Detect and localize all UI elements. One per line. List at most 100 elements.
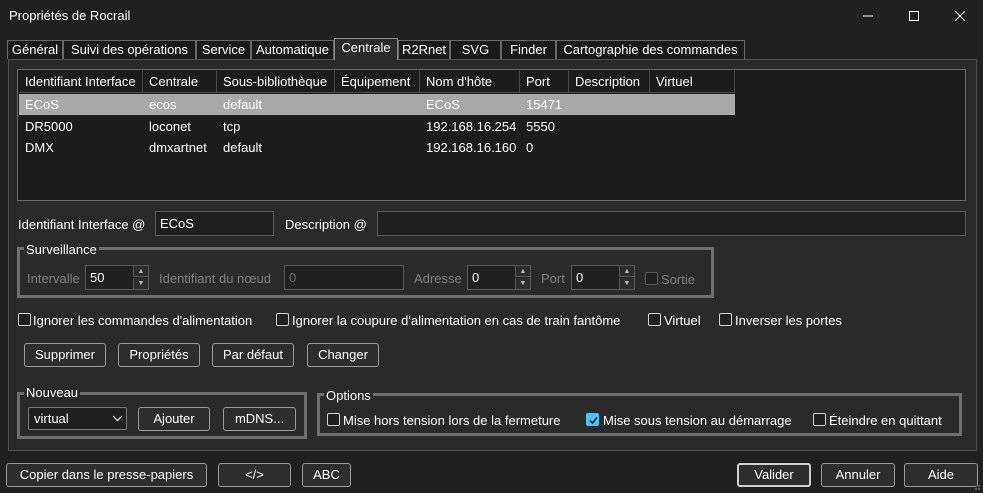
- intervalle-spinner[interactable]: 50 ▲ ▼: [85, 265, 149, 290]
- maximize-icon: [909, 10, 919, 21]
- intervalle-value: 50: [90, 270, 105, 285]
- inverser-portes-checkbox[interactable]: [719, 313, 732, 326]
- port-spinner[interactable]: 0 ▲ ▼: [571, 265, 635, 290]
- column-header-sous-bibliotheque[interactable]: Sous-bibliothèque: [217, 71, 335, 93]
- nouveau-type-select[interactable]: virtual: [28, 407, 127, 430]
- interfaces-table[interactable]: Identifiant Interface Centrale Sous-bibl…: [17, 69, 966, 201]
- identifiant-interface-label: Identifiant Interface @: [18, 217, 146, 232]
- window-title: Propriétés de Rocrail: [9, 8, 131, 23]
- tab-r2rnet[interactable]: R2Rnet: [398, 40, 450, 59]
- spin-down-icon[interactable]: ▼: [133, 278, 148, 289]
- cell-nom-hote: 192.168.16.160: [426, 140, 517, 155]
- column-header-identifiant[interactable]: Identifiant Interface: [19, 71, 143, 93]
- valider-button[interactable]: Valider: [737, 463, 811, 487]
- cell-centrale: ecos: [149, 97, 177, 112]
- copier-presse-papiers-button[interactable]: Copier dans le presse-papiers: [6, 463, 207, 487]
- column-header-equipement[interactable]: Équipement: [335, 71, 420, 93]
- proprietes-button[interactable]: Propriétés: [118, 343, 200, 367]
- ajouter-button[interactable]: Ajouter: [138, 407, 210, 431]
- intervalle-label: Intervalle: [27, 271, 80, 286]
- cell-nom-hote: ECoS: [426, 97, 460, 112]
- tab-suivi-operations[interactable]: Suivi des opérations: [63, 40, 196, 59]
- spin-up-icon[interactable]: ▲: [619, 266, 634, 277]
- tab-service[interactable]: Service: [196, 40, 251, 59]
- checkmark-icon: [589, 417, 598, 425]
- virtuel-label: Virtuel: [664, 313, 701, 328]
- cell-port: 15471: [526, 97, 563, 112]
- chevron-down-icon: [112, 415, 123, 422]
- spin-down-icon[interactable]: ▼: [619, 278, 634, 289]
- close-icon: [955, 10, 965, 21]
- surveillance-title: Surveillance: [24, 242, 99, 257]
- cell-sous-bibliotheque: tcp: [223, 119, 241, 134]
- options-title: Options: [324, 388, 373, 403]
- mise-hors-tension-fermeture-checkbox[interactable]: [327, 413, 340, 426]
- adresse-label: Adresse: [414, 271, 462, 286]
- ignorer-coupure-checkbox[interactable]: [276, 313, 289, 326]
- column-header-centrale[interactable]: Centrale: [143, 71, 217, 93]
- identifiant-noeud-input[interactable]: 0: [284, 265, 404, 290]
- port-value: 0: [576, 270, 584, 285]
- adresse-value: 0: [472, 270, 480, 285]
- nouveau-title: Nouveau: [24, 385, 81, 400]
- inverser-portes-label: Inverser les portes: [735, 313, 842, 328]
- column-header-virtuel[interactable]: Virtuel: [650, 71, 735, 93]
- tab-automatique[interactable]: Automatique: [251, 40, 334, 59]
- title-bar: Propriétés de Rocrail: [0, 0, 983, 31]
- ignorer-commandes-alimentation-checkbox[interactable]: [18, 313, 31, 326]
- column-header-port[interactable]: Port: [520, 71, 569, 93]
- tab-cartographie-commandes[interactable]: Cartographie des commandes: [556, 40, 745, 59]
- virtuel-checkbox[interactable]: [648, 313, 661, 326]
- cell-centrale: dmxartnet: [149, 140, 207, 155]
- cell-identifiant: ECoS: [25, 97, 59, 112]
- cell-sous-bibliotheque: default: [223, 140, 263, 155]
- ignorer-coupure-label: Ignorer la coupure d'alimentation en cas…: [292, 313, 621, 328]
- close-button[interactable]: [937, 0, 983, 31]
- eteindre-quittant-label: Éteindre en quittant: [829, 413, 942, 428]
- par-defaut-button[interactable]: Par défaut: [212, 343, 294, 367]
- mise-sous-tension-demarrage-label: Mise sous tension au démarrage: [603, 413, 792, 428]
- tab-svg[interactable]: SVG: [450, 40, 501, 59]
- nouveau-type-value: virtual: [34, 411, 69, 426]
- eteindre-quittant-checkbox[interactable]: [813, 413, 826, 426]
- changer-button[interactable]: Changer: [307, 343, 379, 367]
- spin-up-icon[interactable]: ▲: [515, 266, 530, 277]
- table-row[interactable]: DMX dmxartnet default 192.168.16.160 0: [19, 137, 735, 158]
- tab-finder[interactable]: Finder: [501, 40, 556, 59]
- identifiant-interface-input[interactable]: ECoS: [155, 211, 274, 236]
- table-row[interactable]: ECoS ecos default ECoS 15471: [19, 94, 735, 115]
- cell-port: 5550: [526, 119, 555, 134]
- minimize-icon: [863, 15, 873, 16]
- abc-button[interactable]: ABC: [302, 463, 351, 487]
- mise-hors-tension-fermeture-label: Mise hors tension lors de la fermeture: [343, 413, 561, 428]
- port-label: Port: [541, 271, 565, 286]
- maximize-button[interactable]: [891, 0, 937, 31]
- tab-general[interactable]: Général: [7, 40, 63, 59]
- spin-down-icon[interactable]: ▼: [515, 278, 530, 289]
- column-header-nom-hote[interactable]: Nom d'hôte: [420, 71, 520, 93]
- sortie-label: Sortie: [661, 272, 695, 287]
- annuler-button[interactable]: Annuler: [821, 463, 895, 487]
- aide-button[interactable]: Aide: [904, 463, 978, 487]
- cell-nom-hote: 192.168.16.254: [426, 119, 517, 134]
- sortie-checkbox[interactable]: [645, 272, 658, 285]
- cell-identifiant: DMX: [25, 140, 54, 155]
- column-header-description[interactable]: Description: [569, 71, 650, 93]
- table-row[interactable]: DR5000 loconet tcp 192.168.16.254 5550: [19, 116, 735, 137]
- resize-grip-icon[interactable]: [971, 481, 981, 491]
- adresse-spinner[interactable]: 0 ▲ ▼: [467, 265, 531, 290]
- cell-port: 0: [526, 140, 534, 155]
- identifiant-noeud-label: Identifiant du nœud: [159, 271, 272, 286]
- cell-sous-bibliotheque: default: [223, 97, 263, 112]
- minimize-button[interactable]: [845, 0, 891, 31]
- xml-button[interactable]: </>: [218, 463, 291, 487]
- spin-up-icon[interactable]: ▲: [133, 266, 148, 277]
- supprimer-button[interactable]: Supprimer: [24, 343, 106, 367]
- ignorer-commandes-alimentation-label: Ignorer les commandes d'alimentation: [33, 313, 253, 328]
- description-input[interactable]: [377, 211, 966, 236]
- cell-centrale: loconet: [149, 119, 191, 134]
- mdns-button[interactable]: mDNS...: [223, 407, 296, 431]
- tab-centrale[interactable]: Centrale: [334, 38, 398, 60]
- mise-sous-tension-demarrage-checkbox[interactable]: [586, 413, 599, 426]
- description-label: Description @: [285, 217, 367, 232]
